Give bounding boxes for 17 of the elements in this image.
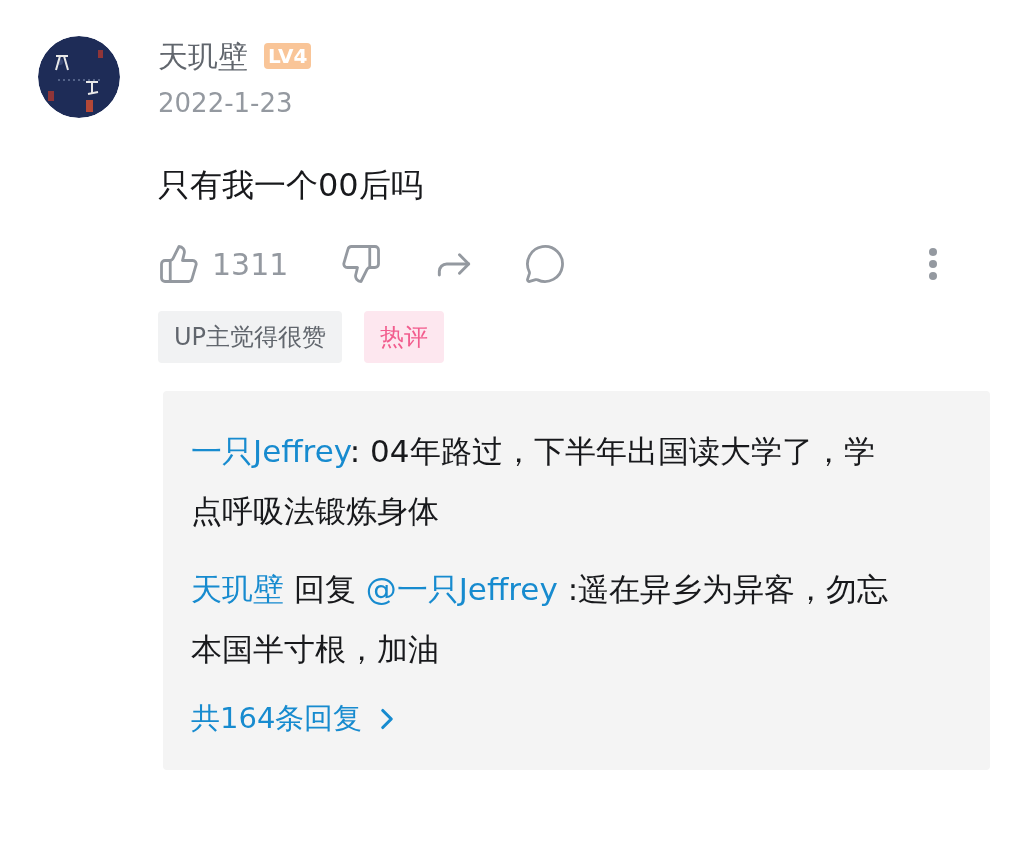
reply-button[interactable] bbox=[524, 243, 567, 285]
level-badge: LV4 bbox=[264, 43, 312, 69]
reply-text: 一只Jeffrey: 04年路过，下半年出国读大学了，学点呼吸法锻炼身体 bbox=[191, 432, 876, 531]
comment-tag: UP主觉得很赞 bbox=[158, 311, 343, 363]
thumbs-down-icon bbox=[340, 243, 383, 285]
username[interactable]: 天玑壁 bbox=[158, 33, 248, 79]
more-replies-link[interactable]: 共164条回复 bbox=[191, 697, 405, 741]
comment-text: 只有我一个00后吗 bbox=[158, 165, 424, 206]
more-button[interactable] bbox=[928, 247, 938, 281]
like-button[interactable]: 1311 bbox=[158, 241, 289, 287]
thumbs-up-icon bbox=[158, 243, 200, 285]
more-icon bbox=[928, 247, 938, 281]
comment-date: 2022-1-23 bbox=[158, 87, 294, 120]
comment-tag: 热评 bbox=[364, 311, 445, 363]
reply-text: 天玑壁 回复 @一只Jeffrey :遥在异乡为异客，勿忘本国半寸根，加油 bbox=[191, 570, 890, 669]
speech-bubble-icon bbox=[524, 243, 567, 285]
dislike-button[interactable] bbox=[340, 243, 383, 285]
